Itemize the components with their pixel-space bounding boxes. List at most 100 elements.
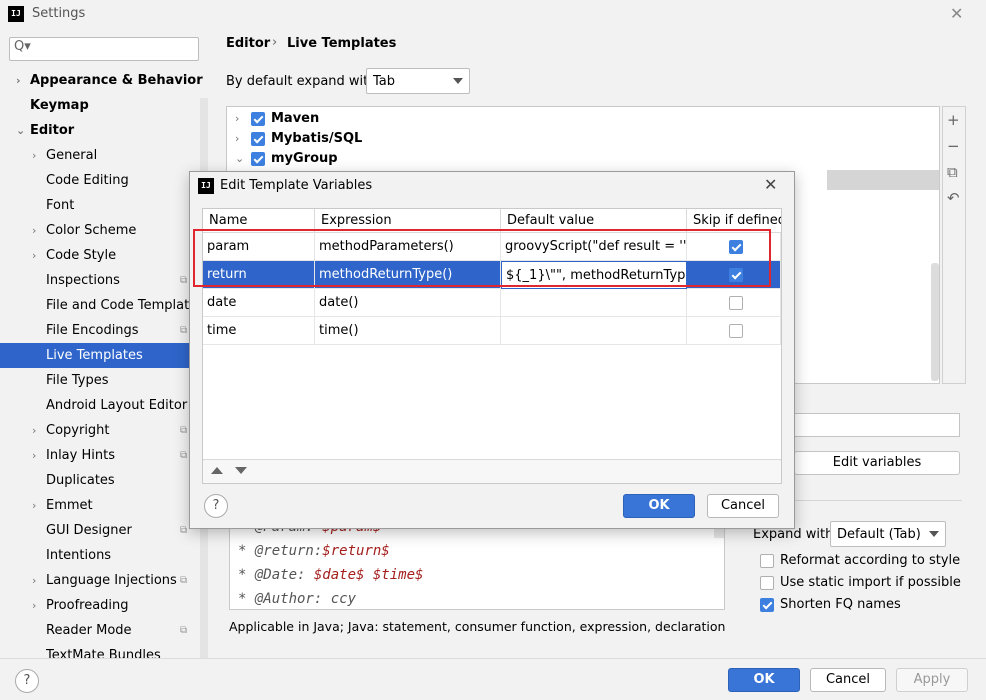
sidebar-item[interactable]: › General [0, 143, 200, 168]
template-variable: $date$ $time$ [313, 567, 424, 583]
table-row[interactable]: time time() [203, 317, 781, 345]
sidebar-item[interactable]: Inspections ⧉ [0, 268, 200, 293]
static-import-checkbox[interactable] [760, 576, 774, 590]
project-scope-icon: ⧉ [180, 425, 188, 436]
edit-variables-button[interactable]: Edit variables [794, 451, 960, 475]
help-button[interactable]: ? [15, 669, 39, 693]
code-text: * [238, 543, 255, 559]
chevron-right-icon[interactable]: › [32, 568, 36, 593]
sidebar-item-label: Code Style [46, 248, 117, 263]
restore-icon[interactable]: ↶ [947, 189, 960, 207]
sidebar-item[interactable]: Intentions [0, 543, 200, 568]
chevron-right-icon[interactable]: › [16, 68, 21, 93]
sidebar-item[interactable]: File Types [0, 368, 200, 393]
sidebar-item[interactable]: › Inlay Hints ⧉ [0, 443, 200, 468]
chevron-right-icon[interactable]: › [32, 418, 36, 443]
sidebar-item[interactable]: › Emmet [0, 493, 200, 518]
skip-checkbox[interactable] [729, 324, 743, 338]
chevron-right-icon[interactable]: › [32, 218, 36, 243]
sidebar-item[interactable]: Reader Mode ⧉ [0, 618, 200, 643]
dialog-title: Edit Template Variables [220, 178, 373, 193]
var-expression-cell[interactable]: time() [315, 317, 501, 345]
sidebar-item-label: Duplicates [46, 473, 115, 488]
sidebar-item[interactable]: TextMate Bundles [0, 643, 200, 658]
sidebar-item-label: General [46, 148, 98, 163]
settings-search-input[interactable]: Q▾ [9, 37, 199, 61]
settings-sidebar: Q▾ › Appearance & Behavior Keymap ⌄ Editor › G… [0, 30, 208, 658]
code-text: @return: [254, 543, 323, 559]
add-icon[interactable]: + [947, 111, 960, 129]
sidebar-item-label: Inspections [46, 273, 120, 288]
selected-template-row[interactable] [827, 170, 939, 190]
breadcrumb-editor[interactable]: Editor [226, 36, 270, 51]
sidebar-item[interactable]: File Encodings ⧉ [0, 318, 200, 343]
table-row[interactable]: date date() [203, 289, 781, 317]
code-line: * @return:$return$ [238, 543, 390, 559]
sidebar-item[interactable]: › Color Scheme [0, 218, 200, 243]
chevron-right-icon[interactable]: › [32, 593, 36, 618]
dialog-cancel-button[interactable]: Cancel [707, 494, 779, 518]
sidebar-item[interactable]: Keymap [0, 93, 200, 118]
chevron-right-icon[interactable]: › [32, 493, 36, 518]
group-checkbox[interactable] [251, 152, 265, 166]
move-down-icon[interactable] [235, 467, 247, 474]
skip-checkbox[interactable] [729, 296, 743, 310]
sidebar-item[interactable]: › Appearance & Behavior [0, 68, 203, 93]
sidebar-item[interactable]: › Proofreading [0, 593, 200, 618]
sidebar-item[interactable]: ⌄ Editor [0, 118, 200, 143]
window-close-icon[interactable]: ✕ [950, 4, 963, 23]
chevron-right-icon[interactable]: › [32, 143, 36, 168]
sidebar-item[interactable]: Live Templates [0, 343, 200, 368]
dropdown-arrow-icon [453, 78, 463, 84]
sidebar-item[interactable]: › Language Injections ⧉ [0, 568, 200, 593]
description-input[interactable] [794, 413, 960, 437]
remove-icon[interactable]: − [947, 137, 960, 155]
dialog-help-button[interactable]: ? [204, 494, 228, 518]
chevron-right-icon[interactable]: › [32, 243, 36, 268]
var-skip-cell[interactable] [687, 317, 781, 345]
code-line: * @Author: ccy [238, 591, 356, 607]
chevron-right-icon[interactable]: › [235, 109, 239, 129]
project-scope-icon: ⧉ [180, 625, 188, 636]
var-default-cell[interactable] [501, 289, 687, 317]
code-text: * [238, 567, 255, 583]
code-text: @Date: [254, 567, 314, 583]
tree-scrollbar[interactable] [931, 263, 939, 381]
code-text: @Author: ccy [254, 591, 357, 607]
sidebar-item[interactable]: Duplicates [0, 468, 200, 493]
sidebar-item-label: Intentions [46, 548, 112, 563]
chevron-right-icon[interactable]: › [32, 443, 36, 468]
reformat-label: Reformat according to style [780, 553, 961, 568]
chevron-right-icon[interactable]: › [235, 129, 239, 149]
sidebar-item[interactable]: Code Editing [0, 168, 200, 193]
applicable-contexts-text[interactable]: Applicable in Java; Java: statement, con… [229, 619, 725, 634]
sidebar-item[interactable]: Font [0, 193, 200, 218]
dialog-close-icon[interactable]: ✕ [764, 175, 777, 194]
copy-icon[interactable]: ⧉ [947, 163, 958, 181]
reformat-checkbox[interactable] [760, 554, 774, 568]
move-up-icon[interactable] [211, 467, 223, 474]
shorten-fq-checkbox[interactable] [760, 598, 774, 612]
chevron-down-icon[interactable]: ⌄ [235, 149, 244, 169]
sidebar-item[interactable]: › Code Style [0, 243, 200, 268]
template-text-editor[interactable]: * @Param: $param$* @return:$return$* @Da… [229, 520, 725, 610]
sidebar-item[interactable]: Android Layout Editor [0, 393, 200, 418]
expand-with-select[interactable]: Default (Tab) [830, 521, 946, 547]
dialog-ok-button[interactable]: OK [623, 494, 695, 518]
cancel-button[interactable]: Cancel [810, 668, 886, 692]
group-checkbox[interactable] [251, 132, 265, 146]
sidebar-item[interactable]: File and Code Templates [0, 293, 204, 318]
sidebar-item[interactable]: GUI Designer ⧉ [0, 518, 200, 543]
chevron-down-icon[interactable]: ⌄ [16, 118, 25, 143]
sidebar-item[interactable]: › Copyright ⧉ [0, 418, 200, 443]
apply-button[interactable]: Apply [896, 668, 968, 692]
default-expand-select[interactable]: Tab [366, 68, 470, 94]
default-expand-label: By default expand with [226, 74, 377, 89]
group-checkbox[interactable] [251, 112, 265, 126]
var-skip-cell[interactable] [687, 289, 781, 317]
var-name-cell[interactable]: date [203, 289, 315, 317]
var-default-cell[interactable] [501, 317, 687, 345]
ok-button[interactable]: OK [728, 668, 800, 692]
var-expression-cell[interactable]: date() [315, 289, 501, 317]
var-name-cell[interactable]: time [203, 317, 315, 345]
